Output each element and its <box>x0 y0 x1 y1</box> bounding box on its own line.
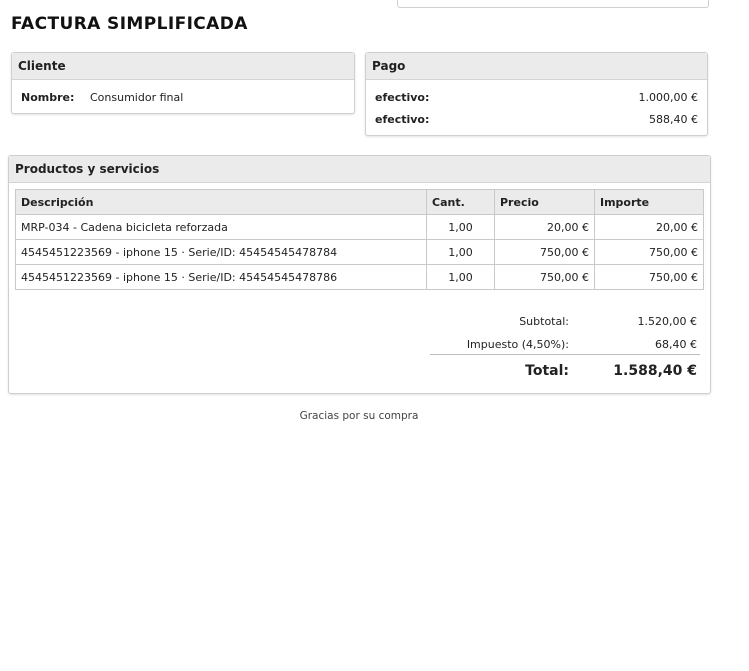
cell-descripcion: MRP-034 - Cadena bicicleta reforzada <box>15 214 427 240</box>
pago-amount: 588,40 € <box>649 113 698 126</box>
cell-importe: 750,00 € <box>594 264 704 290</box>
cell-precio: 20,00 € <box>494 214 595 240</box>
impuesto-label: Impuesto (4,50%): <box>466 338 569 351</box>
document-title: FACTURA SIMPLIFICADA <box>11 14 248 34</box>
table-row: 4545451223569 - iphone 15 · Serie/ID: 45… <box>15 239 704 265</box>
cell-cant: 1,00 <box>426 239 495 265</box>
pago-panel: Pago efectivo: 1.000,00 € efectivo: 588,… <box>365 52 708 136</box>
productos-heading: Productos y servicios <box>9 156 710 183</box>
table-row: MRP-034 - Cadena bicicleta reforzada 1,0… <box>15 214 704 240</box>
table-row: 4545451223569 - iphone 15 · Serie/ID: 45… <box>15 264 704 290</box>
pago-heading: Pago <box>366 53 707 80</box>
pago-method-label: efectivo: <box>375 113 430 126</box>
cell-importe: 20,00 € <box>594 214 704 240</box>
items-table: Descripción Cant. Precio Importe MRP-034… <box>15 189 704 290</box>
cell-importe: 750,00 € <box>594 239 704 265</box>
cliente-heading: Cliente <box>12 53 354 80</box>
total-value: 1.588,40 € <box>613 363 697 379</box>
top-right-box <box>397 0 709 8</box>
cell-precio: 750,00 € <box>494 264 595 290</box>
cell-cant: 1,00 <box>426 214 495 240</box>
cliente-nombre-label: Nombre: <box>21 91 75 104</box>
productos-panel: Productos y servicios Descripción Cant. … <box>8 155 711 394</box>
cell-descripcion: 4545451223569 - iphone 15 · Serie/ID: 45… <box>15 239 427 265</box>
subtotal-value: 1.520,00 € <box>637 315 697 328</box>
col-descripcion: Descripción <box>15 189 427 215</box>
cliente-nombre-value: Consumidor final <box>90 91 184 104</box>
impuesto-value: 68,40 € <box>655 338 697 351</box>
cell-descripcion: 4545451223569 - iphone 15 · Serie/ID: 45… <box>15 264 427 290</box>
total-label: Total: <box>525 363 569 379</box>
totals-divider <box>430 354 700 355</box>
col-cant: Cant. <box>426 189 495 215</box>
subtotal-label: Subtotal: <box>519 315 569 328</box>
pago-method-label: efectivo: <box>375 91 430 104</box>
col-precio: Precio <box>494 189 595 215</box>
cliente-panel: Cliente Nombre: Consumidor final <box>11 52 355 114</box>
cell-cant: 1,00 <box>426 264 495 290</box>
footer-thanks: Gracias por su compra <box>299 410 419 422</box>
pago-amount: 1.000,00 € <box>638 91 698 104</box>
cell-precio: 750,00 € <box>494 239 595 265</box>
table-header-row: Descripción Cant. Precio Importe <box>15 189 704 215</box>
col-importe: Importe <box>594 189 704 215</box>
